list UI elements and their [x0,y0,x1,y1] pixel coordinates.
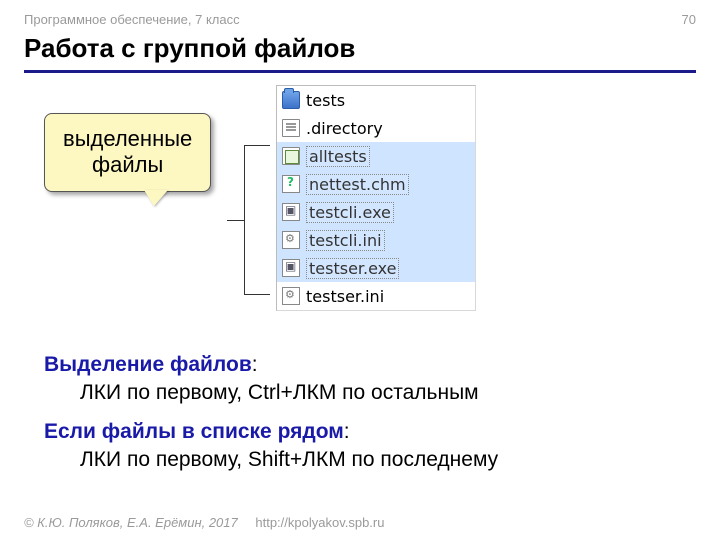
desc-text: ЛКИ по первому, Ctrl+ЛКМ по остальным [44,379,686,407]
list-item[interactable]: testcli.ini [277,226,475,254]
config-icon [282,287,300,305]
file-list: tests .directory alltests nettest.chm te… [276,85,476,311]
callout-line2: файлы [63,152,192,178]
exe-icon [282,203,300,221]
lead-text: Если файлы в списке рядом [44,420,344,443]
colon: : [344,420,350,443]
list-item[interactable]: alltests [277,142,475,170]
lead-text: Выделение файлов [44,353,252,376]
slide: Программное обеспечение, 7 класс 70 Рабо… [0,0,720,540]
instruction-adjacent: Если файлы в списке рядом: ЛКИ по первом… [44,418,686,475]
file-name: testser.ini [306,287,384,306]
file-name: testcli.exe [306,202,394,223]
callout: выделенные файлы [44,113,211,192]
list-item[interactable]: .directory [277,114,475,142]
colon: : [252,353,258,376]
selection-bracket [244,145,270,295]
folder-icon [282,91,300,109]
file-name: nettest.chm [306,174,409,195]
callout-line1: выделенные [63,126,192,152]
instruction-selection: Выделение файлов: ЛКИ по первому, Ctrl+Л… [44,351,686,408]
list-item[interactable]: tests [277,86,475,114]
copyright: © К.Ю. Поляков, Е.А. Ерёмин, 2017 [24,515,238,530]
course-label: Программное обеспечение, 7 класс [24,12,240,27]
file-name: .directory [306,119,383,138]
footer-url: http://kpolyakov.spb.ru [255,515,384,530]
list-item[interactable]: testcli.exe [277,198,475,226]
body: выделенные файлы tests .directory alltes… [24,73,696,453]
file-name: testser.exe [306,258,399,279]
header-bar: Программное обеспечение, 7 класс 70 [24,10,696,33]
page-number: 70 [682,12,696,27]
list-item[interactable]: testser.ini [277,282,475,310]
file-name: alltests [306,146,370,167]
instructions: Выделение файлов: ЛКИ по первому, Ctrl+Л… [44,351,686,484]
callout-tail [144,190,168,206]
footer: © К.Ю. Поляков, Е.А. Ерёмин, 2017 http:/… [24,515,384,530]
file-name: tests [306,91,345,110]
list-item[interactable]: testser.exe [277,254,475,282]
desc-text: ЛКИ по первому, Shift+ЛКМ по последнему [44,446,686,474]
document-icon [282,119,300,137]
exe-icon [282,259,300,277]
help-icon [282,175,300,193]
config-icon [282,231,300,249]
list-item[interactable]: nettest.chm [277,170,475,198]
callout-box: выделенные файлы [44,113,211,192]
page-title: Работа с группой файлов [24,33,696,73]
file-name: testcli.ini [306,230,385,251]
page-icon [282,147,300,165]
